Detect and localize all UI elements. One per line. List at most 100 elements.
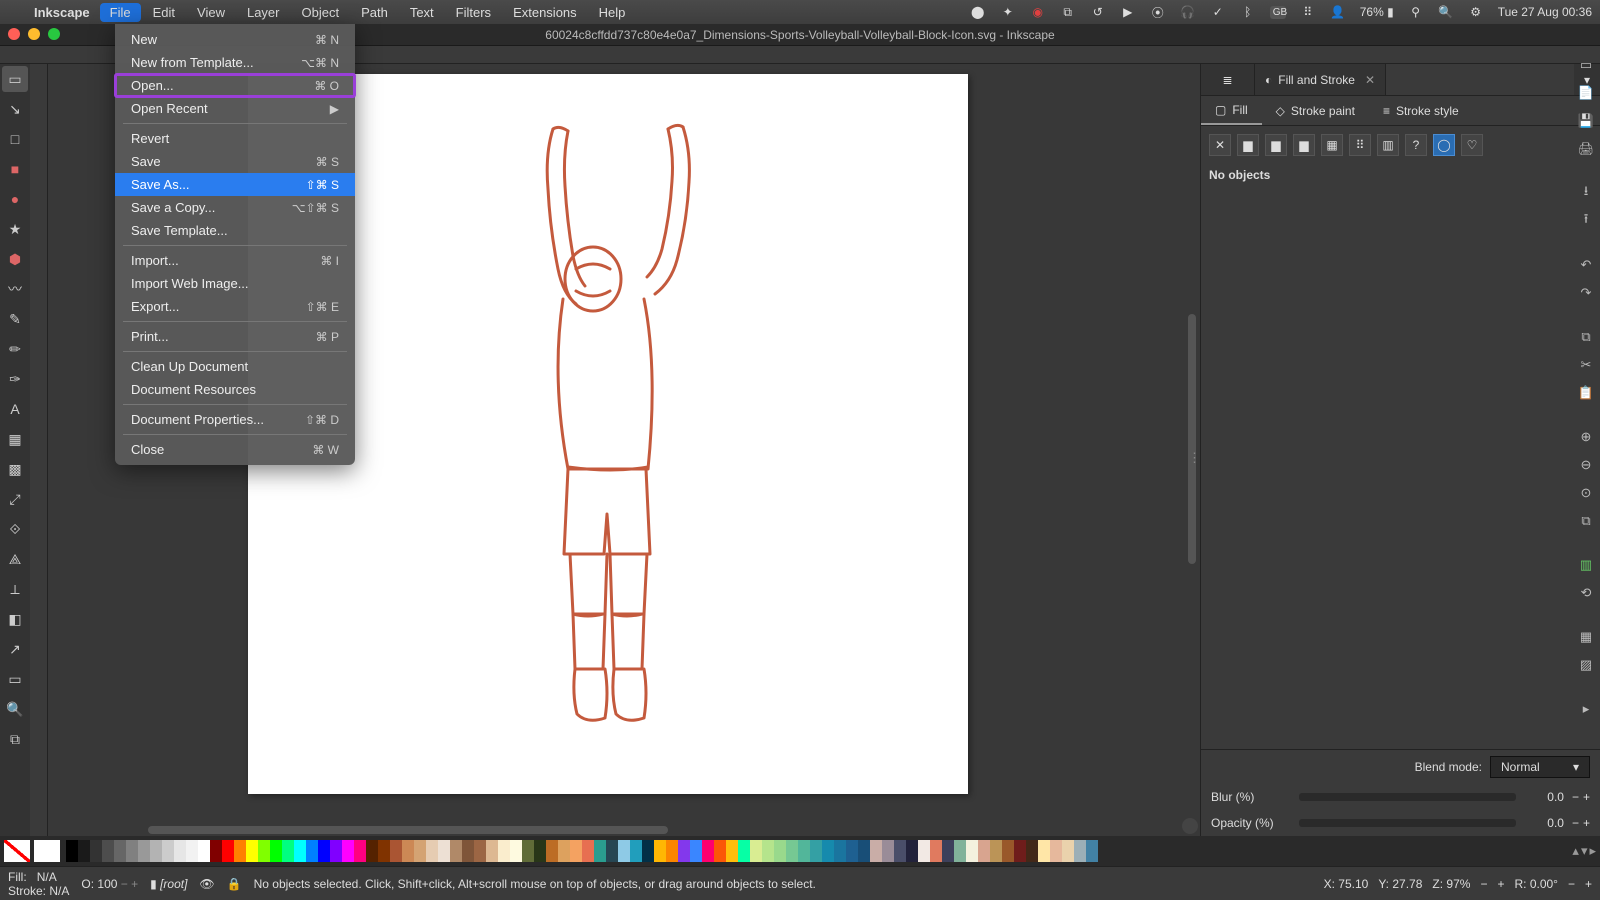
status-lock-icon[interactable]: 👁 <box>199 877 214 891</box>
file-menu-item-save-as[interactable]: Save As...⇧⌘ S <box>115 173 355 196</box>
palette-swatch[interactable] <box>930 840 942 862</box>
status-visibility-icon[interactable]: 🔒 <box>227 877 242 891</box>
file-menu-item-new[interactable]: New⌘ N <box>115 28 355 51</box>
blur-slider[interactable] <box>1299 793 1516 801</box>
palette-swatch[interactable] <box>222 840 234 862</box>
pencil-tool[interactable]: ✏ <box>2 336 28 362</box>
palette-swatch[interactable] <box>750 840 762 862</box>
palette-swatch[interactable] <box>690 840 702 862</box>
palette-swatch[interactable] <box>942 840 954 862</box>
palette-none[interactable] <box>4 840 30 862</box>
palette-swatch[interactable] <box>174 840 186 862</box>
menu-path[interactable]: Path <box>351 3 398 22</box>
palette-swatch[interactable] <box>438 840 450 862</box>
file-menu-item-document-properties[interactable]: Document Properties...⇧⌘ D <box>115 408 355 431</box>
paint-radial[interactable]: ▆ <box>1293 134 1315 156</box>
status-icon[interactable]: ✦ <box>1000 5 1016 19</box>
control-center-icon[interactable]: ⚙ <box>1468 5 1484 19</box>
file-menu-item-import-web-image[interactable]: Import Web Image... <box>115 272 355 295</box>
palette-swatch[interactable] <box>378 840 390 862</box>
palette-swatch[interactable] <box>402 840 414 862</box>
palette-swatch[interactable] <box>270 840 282 862</box>
rot-dec[interactable]: − <box>1568 877 1575 891</box>
selector-tool[interactable]: ▭ <box>2 66 28 92</box>
palette-swatch[interactable] <box>810 840 822 862</box>
palette-swatch[interactable] <box>450 840 462 862</box>
locale-indicator[interactable]: GB <box>1270 6 1286 19</box>
palette-swatch[interactable] <box>834 840 846 862</box>
palette-swatch[interactable] <box>726 840 738 862</box>
palette-swatch[interactable] <box>786 840 798 862</box>
gradient-tool[interactable]: ▦ <box>2 426 28 452</box>
file-menu-item-save[interactable]: Save⌘ S <box>115 150 355 173</box>
palette-swatch[interactable] <box>762 840 774 862</box>
menu-help[interactable]: Help <box>589 3 636 22</box>
palette-white[interactable] <box>34 840 60 862</box>
spray-tool[interactable]: ⟂ <box>2 576 28 602</box>
palette-swatch[interactable] <box>1074 840 1086 862</box>
palette-swatch[interactable] <box>498 840 510 862</box>
palette-swatch[interactable] <box>138 840 150 862</box>
palette-swatch[interactable] <box>102 840 114 862</box>
zoom1-icon[interactable]: ⊖ <box>1575 454 1597 476</box>
redo-icon[interactable]: ↷ <box>1575 282 1597 304</box>
menu-object[interactable]: Object <box>292 3 350 22</box>
palette-swatch[interactable] <box>354 840 366 862</box>
palette-swatch[interactable] <box>858 840 870 862</box>
file-menu-item-document-resources[interactable]: Document Resources <box>115 378 355 401</box>
spiral-tool[interactable]: 〰 <box>2 276 28 302</box>
palette-swatch[interactable] <box>846 840 858 862</box>
status-icon[interactable]: ↺ <box>1090 5 1106 19</box>
file-menu-item-export[interactable]: Export...⇧⌘ E <box>115 295 355 318</box>
star-tool[interactable]: ★ <box>2 216 28 242</box>
eraser-tool[interactable]: ◧ <box>2 606 28 632</box>
paint-inherit[interactable]: ♡ <box>1461 134 1483 156</box>
blur-value[interactable]: 0.0 <box>1524 790 1564 804</box>
export-icon[interactable]: ⭱ <box>1575 210 1597 232</box>
more-icon[interactable]: ▸ <box>1575 698 1597 720</box>
menu-view[interactable]: View <box>187 3 235 22</box>
save-icon[interactable]: 💾 <box>1575 110 1597 132</box>
palette-swatch[interactable] <box>666 840 678 862</box>
palette-swatch[interactable] <box>66 840 78 862</box>
undo-icon[interactable]: ↶ <box>1575 254 1597 276</box>
palette-swatch[interactable] <box>90 840 102 862</box>
blur-dec[interactable]: − <box>1572 790 1579 804</box>
palette-swatch[interactable] <box>150 840 162 862</box>
fillstroke-tab[interactable]: ◐ Fill and Stroke ✕ <box>1255 64 1386 95</box>
palette-swatch[interactable] <box>822 840 834 862</box>
menu-edit[interactable]: Edit <box>143 3 185 22</box>
palette-menu[interactable]: ▸ <box>1589 843 1596 859</box>
copy-icon[interactable]: ⧉ <box>1575 326 1597 348</box>
apple-logo-icon[interactable] <box>8 4 24 20</box>
palette-swatch[interactable] <box>186 840 198 862</box>
rect-fill-tool[interactable]: ■ <box>2 156 28 182</box>
palette-swatch[interactable] <box>798 840 810 862</box>
palette-swatch[interactable] <box>474 840 486 862</box>
zoomfit-icon[interactable]: ⊕ <box>1575 426 1597 448</box>
blur-inc[interactable]: + <box>1583 790 1590 804</box>
paint-unset[interactable]: ◯ <box>1433 134 1455 156</box>
palette-swatch[interactable] <box>1002 840 1014 862</box>
palette-up[interactable]: ▴ <box>1572 843 1579 859</box>
cut-icon[interactable]: ✂ <box>1575 354 1597 376</box>
palette-swatch[interactable] <box>714 840 726 862</box>
close-window-button[interactable] <box>8 28 20 40</box>
minimize-window-button[interactable] <box>28 28 40 40</box>
op-dec[interactable]: − <box>1572 816 1579 830</box>
paint-unknown[interactable]: ? <box>1405 134 1427 156</box>
palette-swatch[interactable] <box>1086 840 1098 862</box>
fill-subtab[interactable]: ▢ Fill <box>1201 96 1262 125</box>
palette-swatch[interactable] <box>462 840 474 862</box>
dup-icon[interactable]: ⧉ <box>1575 510 1597 532</box>
unlink-icon[interactable]: ⟲ <box>1575 582 1597 604</box>
zoom-inc[interactable]: + <box>1497 877 1504 891</box>
dropper-tool[interactable]: ⤢ <box>2 486 28 512</box>
horizontal-scrollbar[interactable] <box>148 826 668 834</box>
file-menu-item-open[interactable]: Open...⌘ O <box>115 74 355 97</box>
palette-swatch[interactable] <box>870 840 882 862</box>
palette-swatch[interactable] <box>1014 840 1026 862</box>
ellipse-tool[interactable]: ● <box>2 186 28 212</box>
palette-swatch[interactable] <box>906 840 918 862</box>
blend-mode-select[interactable]: Normal▾ <box>1490 756 1590 778</box>
